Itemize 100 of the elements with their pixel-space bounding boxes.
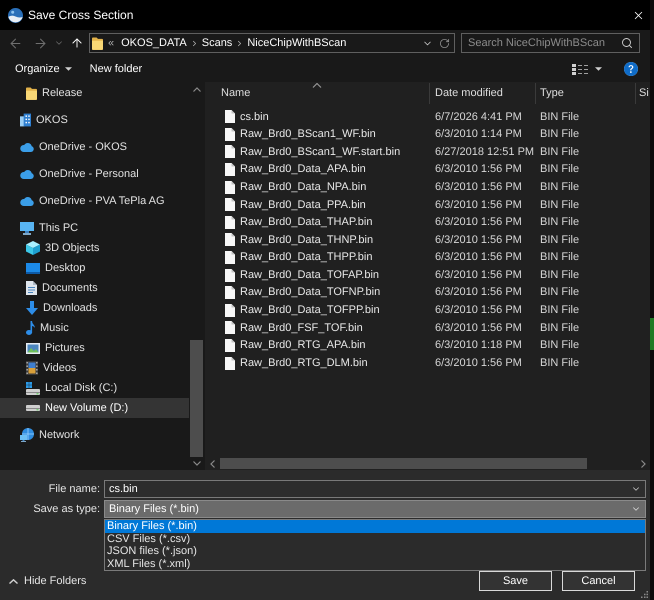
save-as-type-select[interactable]: Binary Files (*.bin) <box>104 500 646 518</box>
file-name[interactable]: Raw_Brd0_Data_PPA.bin <box>240 196 366 214</box>
sidebar-item[interactable]: Pictures <box>0 338 189 358</box>
help-icon[interactable] <box>624 62 638 76</box>
app-logo-icon <box>8 8 23 22</box>
file-icon <box>225 110 235 124</box>
up-arrow-icon[interactable] <box>70 36 84 50</box>
file-icon <box>225 128 235 141</box>
dropdown-option[interactable]: Binary Files (*.bin) <box>105 520 645 532</box>
sidebar-item[interactable]: OneDrive - Personal <box>0 164 189 184</box>
sidebar-item[interactable]: Network <box>0 425 189 445</box>
file-type: BIN File <box>540 215 580 230</box>
file-icon <box>225 216 235 229</box>
file-name[interactable]: Raw_Brd0_RTG_APA.bin <box>240 337 366 354</box>
file-name[interactable]: Raw_Brd0_Data_TOFAP.bin <box>240 266 380 284</box>
file-date: 6/3/2010 1:56 PM <box>435 162 522 178</box>
file-type: BIN File <box>540 232 580 248</box>
file-name[interactable]: Raw_Brd0_BScan1_WF.bin <box>240 126 376 143</box>
scrollbar-thumb[interactable] <box>220 458 587 469</box>
file-date: 6/3/2010 1:56 PM <box>435 250 522 266</box>
column-header[interactable]: Type <box>536 83 636 104</box>
file-type: BIN File <box>540 162 580 178</box>
hide-folders-button[interactable]: Hide Folders <box>9 572 86 590</box>
file-date: 6/3/2010 1:56 PM <box>435 285 522 300</box>
network-icon <box>20 428 34 442</box>
scroll-right-icon[interactable] <box>640 460 646 468</box>
file-date: 6/3/2010 1:56 PM <box>435 180 522 195</box>
building-icon <box>20 113 31 127</box>
scroll-up-icon[interactable] <box>192 87 200 92</box>
file-type: BIN File <box>540 198 580 213</box>
new-folder-button[interactable]: New folder <box>84 58 148 80</box>
desktop-icon <box>26 262 40 274</box>
system-drive-icon <box>26 382 40 394</box>
folder-icon <box>26 86 37 100</box>
sidebar-item[interactable]: OneDrive - OKOS <box>0 137 189 157</box>
sidebar-item[interactable]: Release <box>0 83 189 103</box>
file-type: BIN File <box>540 110 580 125</box>
sidebar-item[interactable]: Desktop <box>0 258 189 278</box>
resize-grip-icon[interactable] <box>641 591 648 598</box>
file-name[interactable]: Raw_Brd0_RTG_DLM.bin <box>240 354 368 372</box>
breadcrumb-overflow-button[interactable]: « <box>108 34 114 52</box>
cloud-icon <box>20 196 34 206</box>
file-name[interactable]: Raw_Brd0_Data_TOFNP.bin <box>240 284 380 301</box>
file-date: 6/3/2010 1:18 PM <box>435 338 522 354</box>
file-name-label: File name: <box>48 482 100 497</box>
scroll-down-icon[interactable] <box>192 461 200 466</box>
dropdown-option[interactable]: XML Files (*.xml) <box>105 558 645 570</box>
file-date: 6/27/2018 12:51 PM <box>435 144 534 160</box>
scroll-left-icon[interactable] <box>210 460 215 468</box>
file-icon <box>225 233 235 246</box>
address-bar[interactable]: « OKOS_DATA Scans NiceChipWithBScan <box>89 33 455 53</box>
dropdown-option[interactable]: JSON files (*.json) <box>105 545 645 558</box>
sidebar-item[interactable]: 3D Objects <box>0 238 189 258</box>
sidebar-item[interactable]: OKOS <box>0 110 189 130</box>
breadcrumb-segment[interactable]: NiceChipWithBScan <box>247 34 346 52</box>
column-header[interactable]: Name <box>205 83 430 104</box>
file-name[interactable]: Raw_Brd0_FSF_TOF.bin <box>240 320 363 336</box>
sidebar-item[interactable]: OneDrive - PVA TePla AG <box>0 191 189 211</box>
column-header[interactable]: Date modified <box>430 83 536 104</box>
file-name[interactable]: Raw_Brd0_Data_TOFPP.bin <box>240 302 380 319</box>
file-date: 6/3/2010 1:56 PM <box>435 268 522 283</box>
sidebar-item[interactable]: Music <box>0 318 189 338</box>
refresh-icon[interactable] <box>439 38 450 48</box>
dialog-button[interactable]: Cancel <box>562 571 635 591</box>
breadcrumb-segment[interactable]: Scans <box>202 34 232 52</box>
file-name-field[interactable]: cs.bin <box>104 480 646 498</box>
file-date: 6/3/2010 1:56 PM <box>435 320 522 336</box>
file-name[interactable]: cs.bin <box>240 108 269 126</box>
column-header[interactable]: Si <box>636 83 650 104</box>
breadcrumb-segment[interactable]: OKOS_DATA <box>121 34 187 52</box>
dropdown-option[interactable]: CSV Files (*.csv) <box>105 532 645 545</box>
organize-menu-button[interactable]: Organize <box>9 58 78 80</box>
file-name[interactable]: Raw_Brd0_Data_THPP.bin <box>240 249 372 266</box>
monitor-icon <box>20 222 34 234</box>
search-field[interactable]: Search NiceChipWithBScan <box>461 33 640 53</box>
file-date: 6/3/2010 1:56 PM <box>435 232 522 248</box>
file-name[interactable]: Raw_Brd0_Data_APA.bin <box>240 161 366 178</box>
file-name[interactable]: Raw_Brd0_Data_THAP.bin <box>240 214 372 231</box>
document-icon <box>26 281 37 295</box>
dialog-button[interactable]: Save <box>479 571 552 591</box>
file-type: BIN File <box>540 180 580 195</box>
caret-icon <box>64 67 72 71</box>
sidebar-item[interactable]: This PC <box>0 218 189 238</box>
file-icon <box>225 163 235 176</box>
file-name[interactable]: Raw_Brd0_Data_NPA.bin <box>240 178 366 196</box>
sidebar-item[interactable]: New Volume (D:) <box>0 398 189 418</box>
sidebar-item[interactable]: Downloads <box>0 298 189 318</box>
file-date: 6/3/2010 1:56 PM <box>435 198 522 213</box>
file-name[interactable]: Raw_Brd0_BScan1_WF.start.bin <box>240 144 400 160</box>
download-arrow-icon <box>26 301 38 315</box>
file-date: 6/3/2010 1:56 PM <box>435 303 522 318</box>
details-view-icon[interactable] <box>572 64 588 74</box>
file-name[interactable]: Raw_Brd0_Data_THNP.bin <box>240 232 374 248</box>
file-icon <box>225 180 235 194</box>
scrollbar-thumb[interactable] <box>190 340 203 457</box>
sidebar-item[interactable]: Local Disk (C:) <box>0 378 189 398</box>
file-type: BIN File <box>540 356 580 371</box>
file-icon <box>225 339 235 352</box>
sidebar-item[interactable]: Videos <box>0 358 189 378</box>
sidebar-item[interactable]: Documents <box>0 278 189 298</box>
